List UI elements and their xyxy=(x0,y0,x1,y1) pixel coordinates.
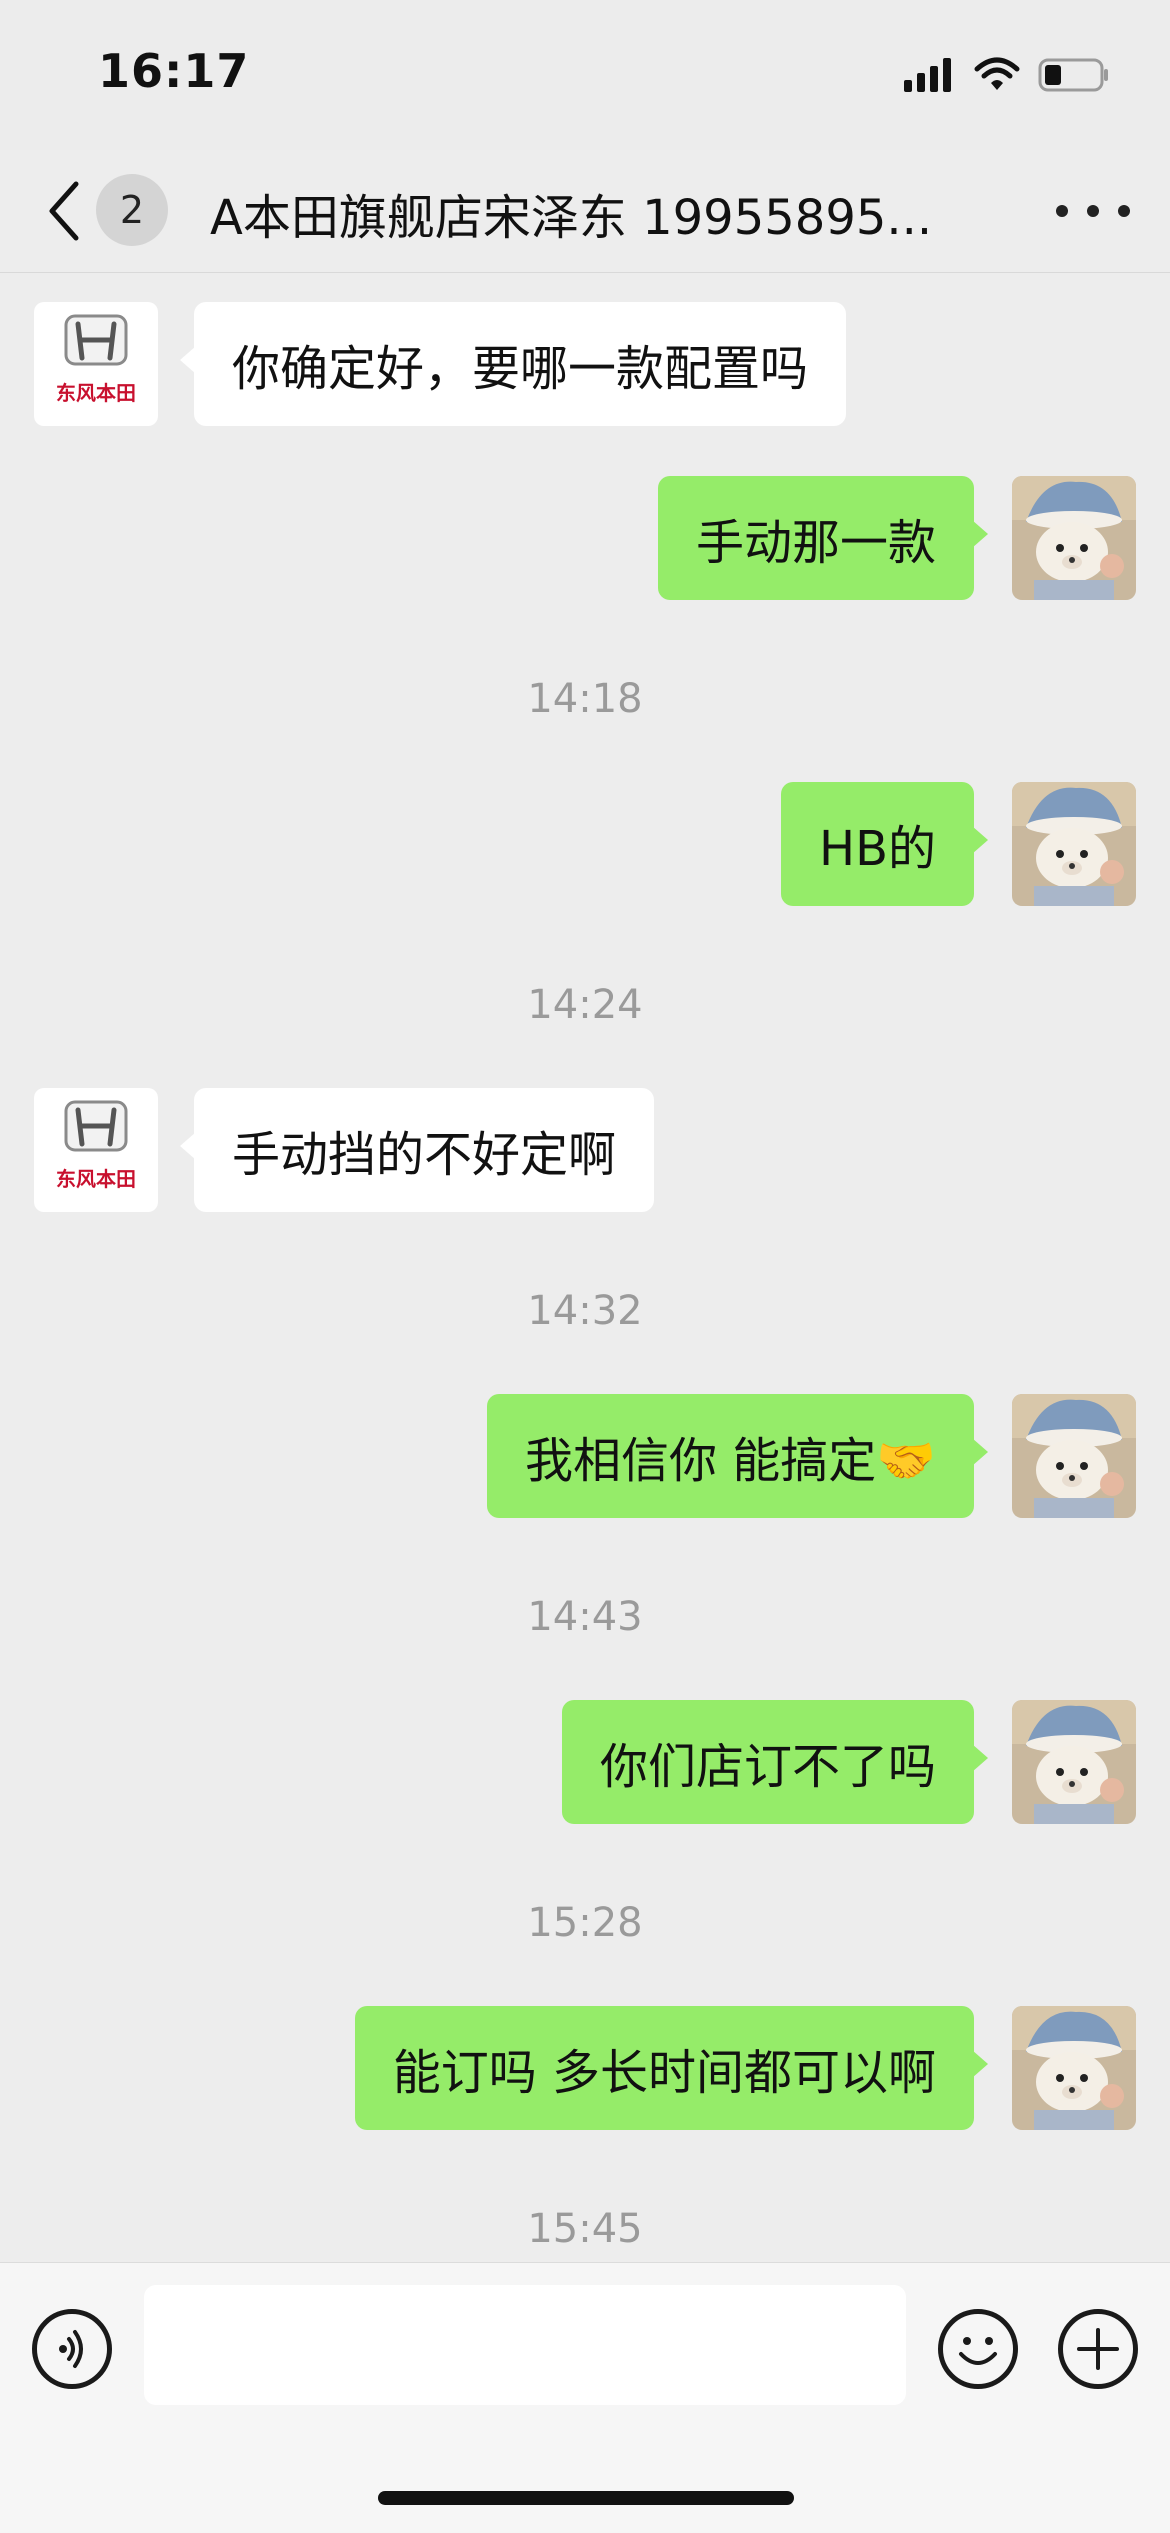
message-row: 东风本田 手动挡的不好定啊 xyxy=(0,1088,1170,1212)
honda-logo-icon: 东风本田 xyxy=(56,314,136,405)
unread-count-badge[interactable]: 2 xyxy=(96,174,168,246)
status-icons xyxy=(904,52,1110,98)
message-timestamp: 14:43 xyxy=(527,1594,643,1640)
status-time: 16:17 xyxy=(98,44,250,98)
message-row: HB的 xyxy=(0,782,1170,906)
contact-avatar[interactable]: 东风本田 xyxy=(34,302,158,426)
chevron-left-icon xyxy=(49,181,79,241)
message-row: 能订吗 多长时间都可以啊 xyxy=(0,2006,1170,2130)
chat-header: 2 A本田旗舰店宋泽东 19955895... xyxy=(0,150,1170,273)
message-timestamp: 14:32 xyxy=(527,1288,643,1334)
chat-title: A本田旗舰店宋泽东 19955895... xyxy=(210,190,933,246)
message-input[interactable] xyxy=(144,2285,906,2405)
sent-message-bubble[interactable]: 我相信你 能搞定🤝 xyxy=(486,1394,989,1518)
emoji-button[interactable] xyxy=(938,2309,1018,2389)
wifi-icon xyxy=(974,57,1020,90)
message-row: 我相信你 能搞定🤝 xyxy=(0,1394,1170,1518)
more-dot xyxy=(1118,205,1130,217)
plus-icon xyxy=(1077,2328,1119,2370)
teddy-bear-avatar-icon xyxy=(1012,782,1136,906)
message-timestamp: 14:24 xyxy=(527,982,643,1028)
more-dot xyxy=(1056,205,1068,217)
voice-input-button[interactable] xyxy=(32,2309,112,2389)
teddy-bear-avatar-icon xyxy=(1012,1700,1136,1824)
message-row: 你们店订不了吗 xyxy=(0,1700,1170,1824)
contact-avatar-logo-text: 东风本田 xyxy=(56,1167,136,1191)
more-options-button[interactable] xyxy=(1056,186,1130,236)
voice-icon xyxy=(59,2330,83,2368)
teddy-bear-avatar-icon xyxy=(1012,1394,1136,1518)
contact-avatar-logo-text: 东风本田 xyxy=(56,381,136,405)
cellular-signal-icon xyxy=(904,58,951,92)
more-functions-button[interactable] xyxy=(1058,2309,1138,2389)
message-timestamp: 14:18 xyxy=(527,676,643,722)
sent-message-bubble[interactable]: HB的 xyxy=(780,782,989,906)
status-bar: 16:17 xyxy=(0,0,1170,150)
battery-icon xyxy=(1038,58,1108,92)
user-avatar[interactable] xyxy=(1012,782,1136,906)
message-timestamp: 15:28 xyxy=(527,1900,643,1946)
sent-message-bubble[interactable]: 你们店订不了吗 xyxy=(561,1700,989,1824)
user-avatar[interactable] xyxy=(1012,1700,1136,1824)
teddy-bear-avatar-icon xyxy=(1012,2006,1136,2130)
sent-message-bubble[interactable]: 能订吗 多长时间都可以啊 xyxy=(354,2006,989,2130)
message-row: 手动那一款 xyxy=(0,476,1170,600)
user-avatar[interactable] xyxy=(1012,476,1136,600)
sent-message-bubble[interactable]: 手动那一款 xyxy=(657,476,989,600)
message-timestamp: 15:45 xyxy=(527,2206,643,2252)
smiley-icon xyxy=(959,2337,997,2365)
back-button[interactable] xyxy=(40,176,90,246)
received-message-bubble[interactable]: 手动挡的不好定啊 xyxy=(179,1088,655,1212)
user-avatar[interactable] xyxy=(1012,1394,1136,1518)
user-avatar[interactable] xyxy=(1012,2006,1136,2130)
home-indicator[interactable] xyxy=(378,2491,794,2505)
received-message-bubble[interactable]: 你确定好，要哪一款配置吗 xyxy=(179,302,847,426)
more-dot xyxy=(1087,205,1099,217)
teddy-bear-avatar-icon xyxy=(1012,476,1136,600)
message-row: 东风本田 你确定好，要哪一款配置吗 xyxy=(0,302,1170,426)
contact-avatar[interactable]: 东风本田 xyxy=(34,1088,158,1212)
honda-logo-icon: 东风本田 xyxy=(56,1100,136,1191)
